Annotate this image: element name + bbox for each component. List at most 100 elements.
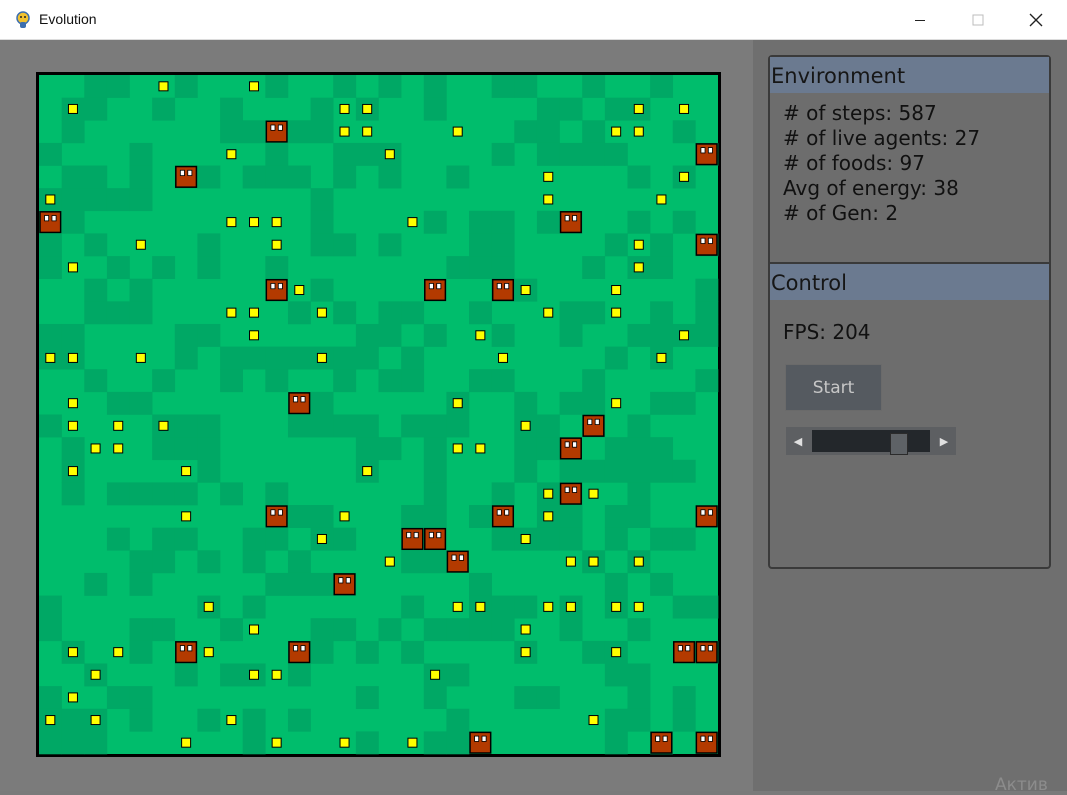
grass-patch [672,686,696,710]
agent [672,641,696,664]
grass-patch [84,731,108,755]
grass-patch [536,210,560,234]
title-bar: Evolution [0,0,1067,40]
grass-patch [423,505,447,528]
grass-patch [514,437,538,461]
grass-patch [129,165,153,189]
grass-patch [604,708,628,732]
grass-patch [650,572,674,596]
food-item [633,103,644,114]
food-item [543,171,554,182]
grass-patch [106,686,130,710]
grass-patch [220,482,243,506]
grass-patch [84,233,108,257]
food-item [158,81,169,92]
grass-patch [491,142,515,166]
grass-patch [310,572,334,596]
steps-count: # of steps: 587 [783,101,937,125]
speed-slider[interactable]: ◀ ▶ [786,427,956,455]
grass-patch [265,346,289,370]
food-item [135,352,146,363]
start-button[interactable]: Start [786,365,881,410]
food-item [611,307,622,318]
grass-patch [423,75,447,98]
grass-patch [559,391,583,415]
food-item [67,352,78,363]
food-item [45,194,56,205]
grass-patch [446,256,470,279]
agent [695,641,718,664]
agent [265,505,288,528]
grass-patch [627,663,651,687]
food-item [181,466,192,477]
close-button[interactable] [1007,0,1065,40]
agent [288,392,311,415]
grass-patch [61,708,85,732]
grass-patch [174,346,198,370]
grass-patch [469,369,492,393]
food-item [226,149,237,160]
grass-patch [242,120,266,144]
grass-patch [310,233,334,257]
slider-thumb[interactable] [890,433,908,455]
grass-patch [650,75,674,98]
grass-patch [514,391,538,415]
grass-patch [401,346,425,370]
food-item [90,443,101,454]
grass-patch [265,527,289,551]
grass-patch [536,97,560,121]
maximize-button[interactable] [949,0,1007,40]
grass-patch [378,75,402,98]
food-item [67,262,78,273]
food-item [543,307,554,318]
food-item [362,466,373,477]
grass-patch [106,301,130,325]
agent [695,505,718,528]
food-item [520,624,531,635]
grass-patch [84,97,108,121]
grass-patch [220,663,243,687]
food-item [67,647,78,658]
food-item [520,647,531,658]
agent [695,143,718,166]
agent [424,278,447,302]
grass-patch [310,618,334,642]
grass-patch [378,369,402,393]
grass-patch [129,708,153,732]
minimize-button[interactable] [891,0,949,40]
food-item [633,601,644,612]
slider-track[interactable] [812,430,930,455]
food-item [67,466,78,477]
control-heading: Control [770,264,1049,300]
grass-patch [423,210,447,234]
grass-patch [695,278,719,302]
grass-patch [446,165,470,189]
grass-patch [310,391,334,415]
foods-count: # of foods: 97 [783,151,925,175]
food-item [475,443,486,454]
live-agents-count: # of live agents: 27 [783,126,981,150]
grass-patch [423,731,447,755]
food-item [294,285,305,296]
grass-patch [129,550,153,574]
grass-patch [695,595,719,619]
food-item [113,420,124,431]
grass-patch [174,414,198,438]
grass-patch [129,640,153,664]
grass-patch [129,391,153,415]
grass-patch [650,437,674,461]
slider-right-arrow-icon[interactable]: ▶ [932,427,956,455]
grass-patch [401,595,425,619]
grass-patch [242,165,266,189]
grass-patch [582,256,606,279]
grass-patch [106,482,130,506]
grass-patch [491,595,515,619]
grass-patch [197,437,221,461]
grass-patch [61,210,85,234]
grass-patch [604,142,628,166]
grass-patch [582,459,606,483]
grass-patch [378,301,402,325]
slider-left-arrow-icon[interactable]: ◀ [786,427,810,455]
world-board[interactable] [36,72,721,757]
grass-patch [401,550,425,574]
